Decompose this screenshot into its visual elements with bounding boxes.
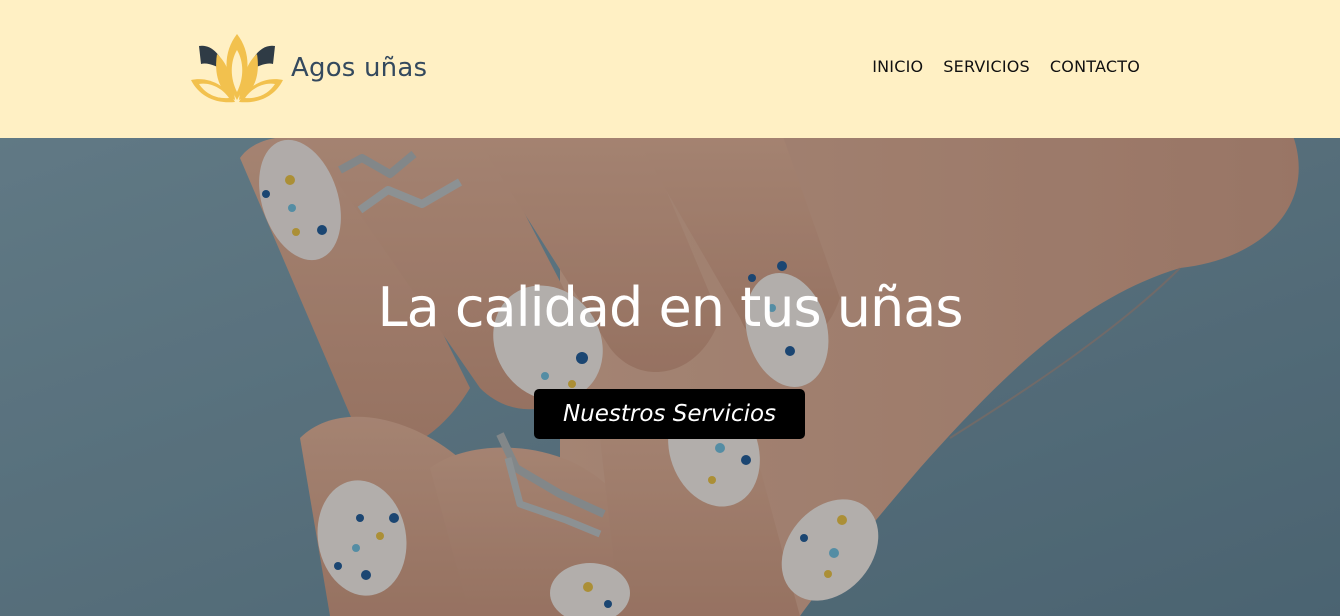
nav-link-servicios[interactable]: SERVICIOS (943, 57, 1030, 76)
hero-section: La calidad en tus uñas Nuestros Servicio… (0, 138, 1340, 616)
hero-title: La calidad en tus uñas (377, 276, 964, 339)
site-header: Agos uñas INICIO SERVICIOS CONTACTO (0, 0, 1340, 138)
nav-link-contacto[interactable]: CONTACTO (1050, 57, 1140, 76)
lotus-icon (191, 34, 283, 103)
nuestros-servicios-button[interactable]: Nuestros Servicios (534, 389, 805, 439)
brand-name: Agos uñas (291, 53, 428, 83)
brand-link[interactable]: Agos uñas (189, 32, 427, 104)
hero-overlay (0, 138, 1340, 616)
main-nav: INICIO SERVICIOS CONTACTO (872, 57, 1140, 76)
nav-link-inicio[interactable]: INICIO (872, 57, 923, 76)
